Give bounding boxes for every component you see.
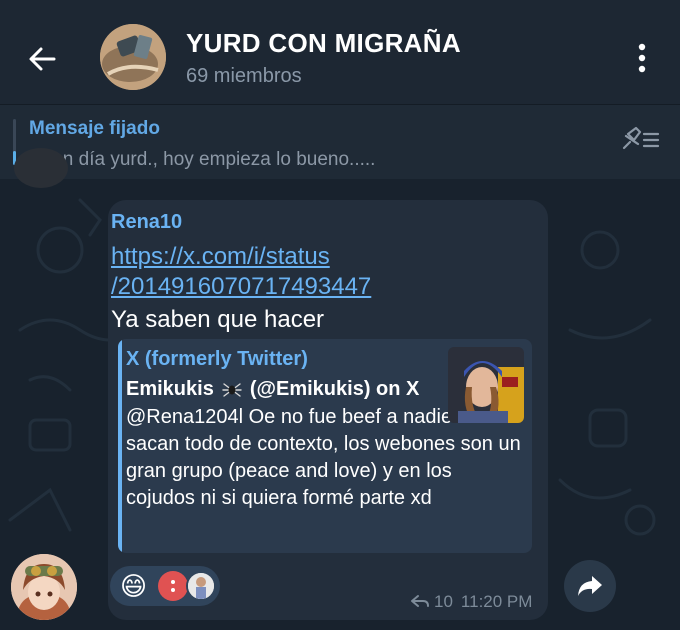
sender-avatar[interactable] (11, 554, 77, 620)
message-meta: 10 11:20 PM (410, 592, 532, 612)
chat-title[interactable]: YURD CON MIGRAÑA (186, 28, 461, 59)
preview-title-author: Emikukis (126, 378, 214, 400)
previous-sender-avatar[interactable] (14, 148, 68, 188)
pinned-label: Mensaje fijado (29, 118, 160, 139)
link-line-1[interactable]: https://x.com/i/status (111, 242, 371, 272)
preview-accent-bar (118, 339, 122, 553)
message-link[interactable]: https://x.com/i/status /2014916070717493… (111, 242, 371, 302)
reactor-avatar-1 (158, 571, 188, 601)
reply-count-icon (411, 595, 429, 607)
preview-thumbnail (448, 347, 524, 423)
sender-name[interactable]: Rena10 (111, 211, 182, 234)
member-count: 69 miembros (186, 65, 302, 87)
forward-button[interactable] (564, 560, 616, 612)
reactor-avatar-2 (186, 571, 216, 601)
spider-icon (222, 383, 242, 397)
message-time: 11:20 PM (460, 592, 533, 611)
reply-count: 10 (434, 592, 453, 611)
link-preview[interactable]: X (formerly Twitter) Emikukis (@Emikukis)… (118, 339, 532, 553)
link-line-2[interactable]: /2014916070717493447 (111, 272, 371, 302)
arrow-left-icon[interactable] (22, 38, 64, 80)
pinned-text: Buen día yurd., hoy empieza lo bueno....… (29, 149, 376, 170)
pinned-message-bar[interactable]: Mensaje fijado Buen día yurd., hoy empie… (0, 104, 680, 179)
kebab-menu-icon[interactable] (628, 40, 656, 76)
pin-list-icon[interactable] (618, 124, 662, 154)
preview-title: Emikukis (@Emikukis) on X (126, 378, 419, 401)
reaction-emoji: 😄 (120, 571, 148, 601)
preview-title-handle: (@Emikukis) on X (249, 378, 420, 400)
forward-arrow-icon (578, 576, 602, 596)
preview-site-name: X (formerly Twitter) (126, 348, 308, 370)
message-text: Ya saben que hacer (111, 306, 325, 333)
chat-header: YURD CON MIGRAÑA 69 miembros (0, 0, 680, 104)
group-avatar[interactable] (100, 24, 166, 90)
